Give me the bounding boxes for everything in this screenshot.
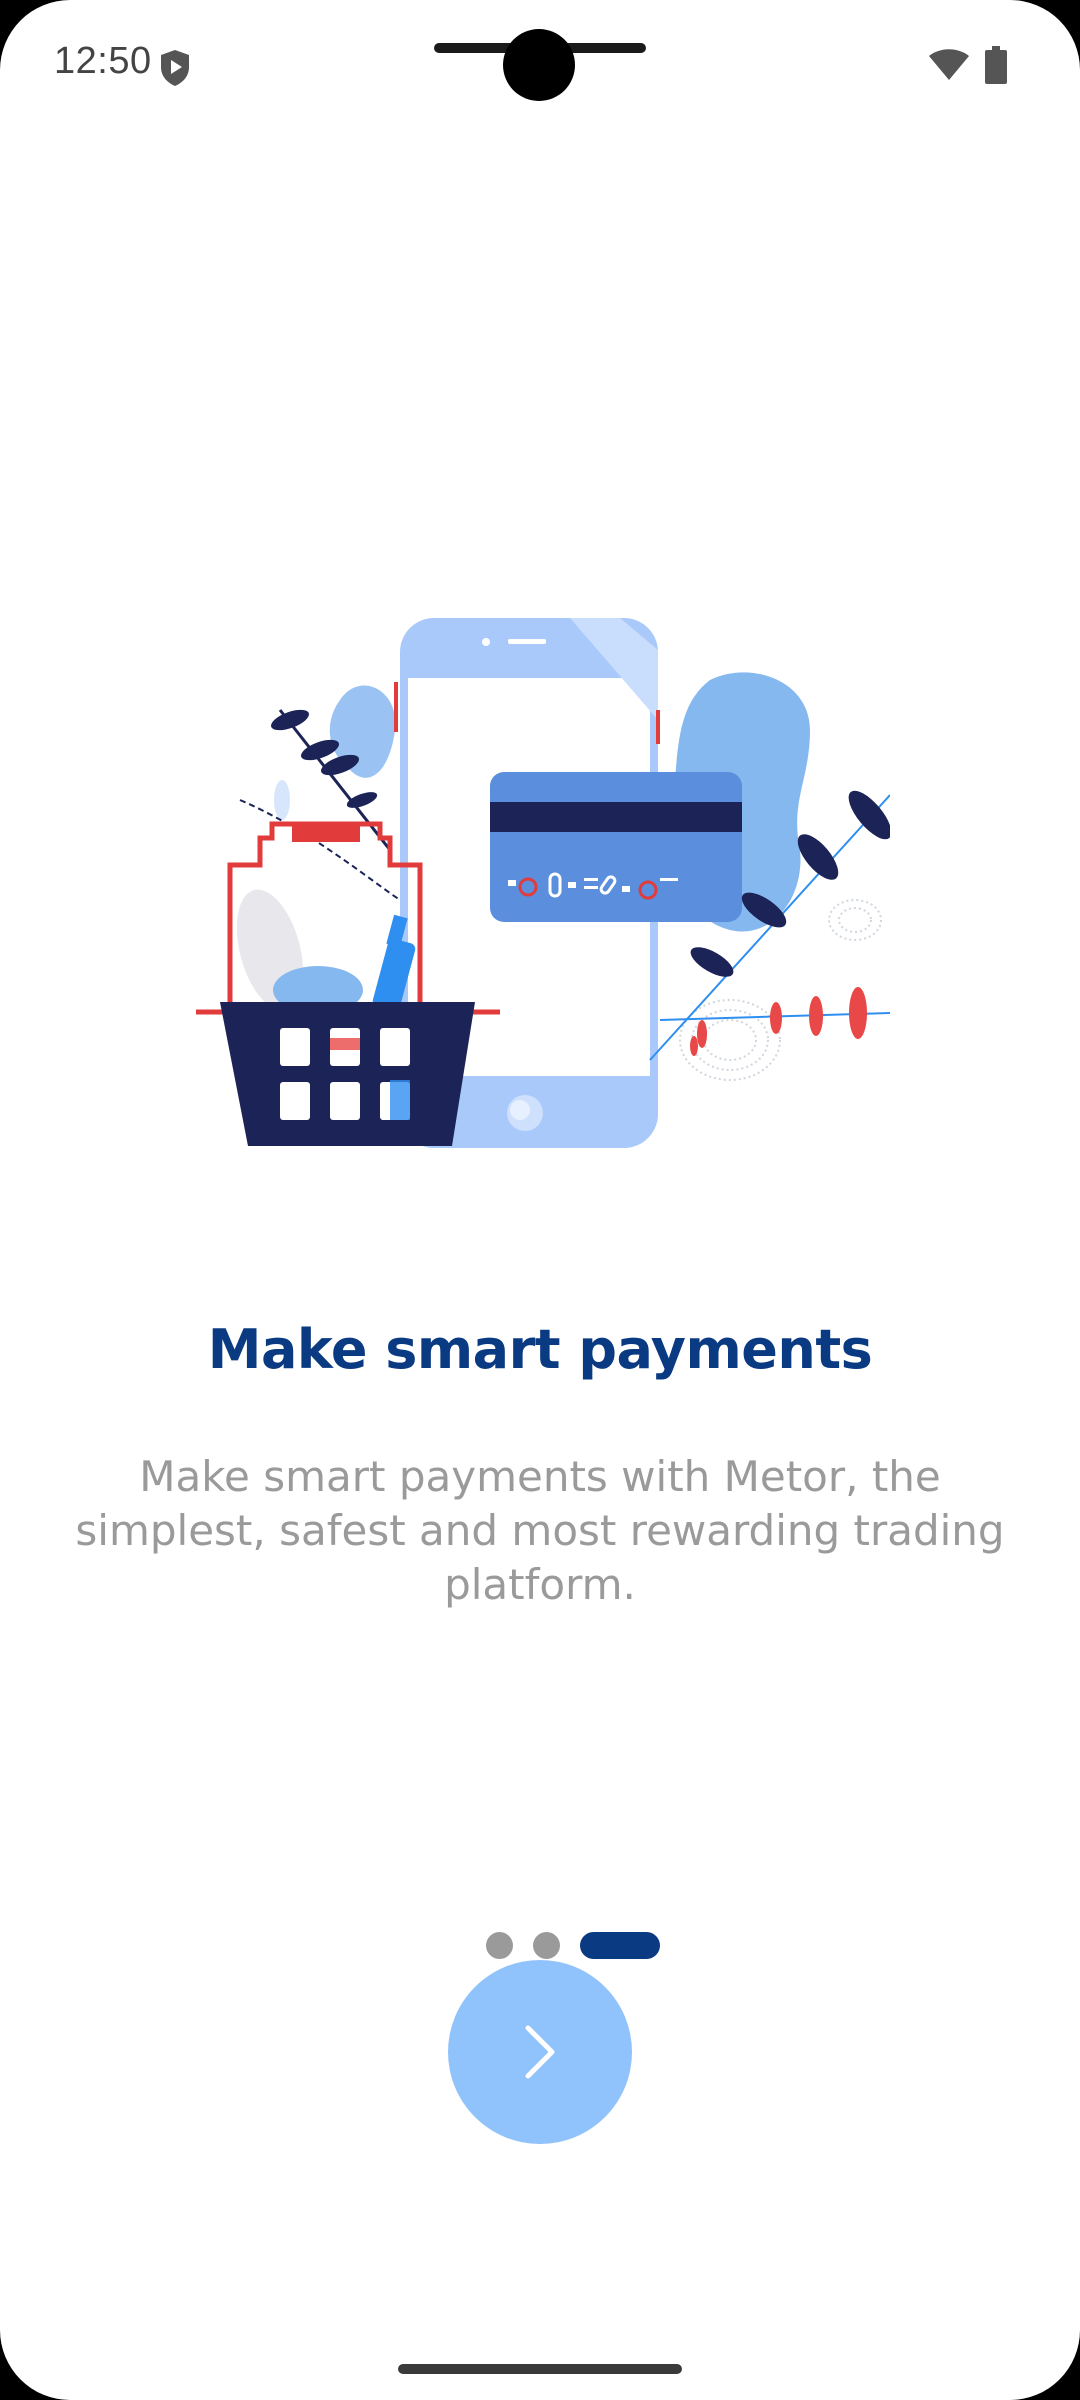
wifi-icon: [929, 49, 969, 80]
battery-icon: [985, 46, 1007, 84]
onboarding-screen: 12:50 Make smart payments Make smart pay…: [0, 0, 1080, 2400]
next-button[interactable]: [448, 1960, 632, 2144]
onboarding-description: Make smart payments with Metor, the simp…: [75, 1452, 1005, 1609]
shield-icon: [161, 50, 189, 86]
chevron-right-icon: [525, 2025, 555, 2079]
page-dot-1: [486, 1932, 513, 1959]
onboarding-title: Make smart payments: [207, 1318, 873, 1381]
camera-cutout: [503, 29, 575, 101]
status-time: 12:50: [54, 40, 152, 82]
page-dot-2: [533, 1932, 560, 1959]
smartphone-payment-illustration: [196, 618, 890, 1148]
page-dot-3-active: [580, 1932, 660, 1959]
home-indicator[interactable]: [398, 2364, 682, 2374]
